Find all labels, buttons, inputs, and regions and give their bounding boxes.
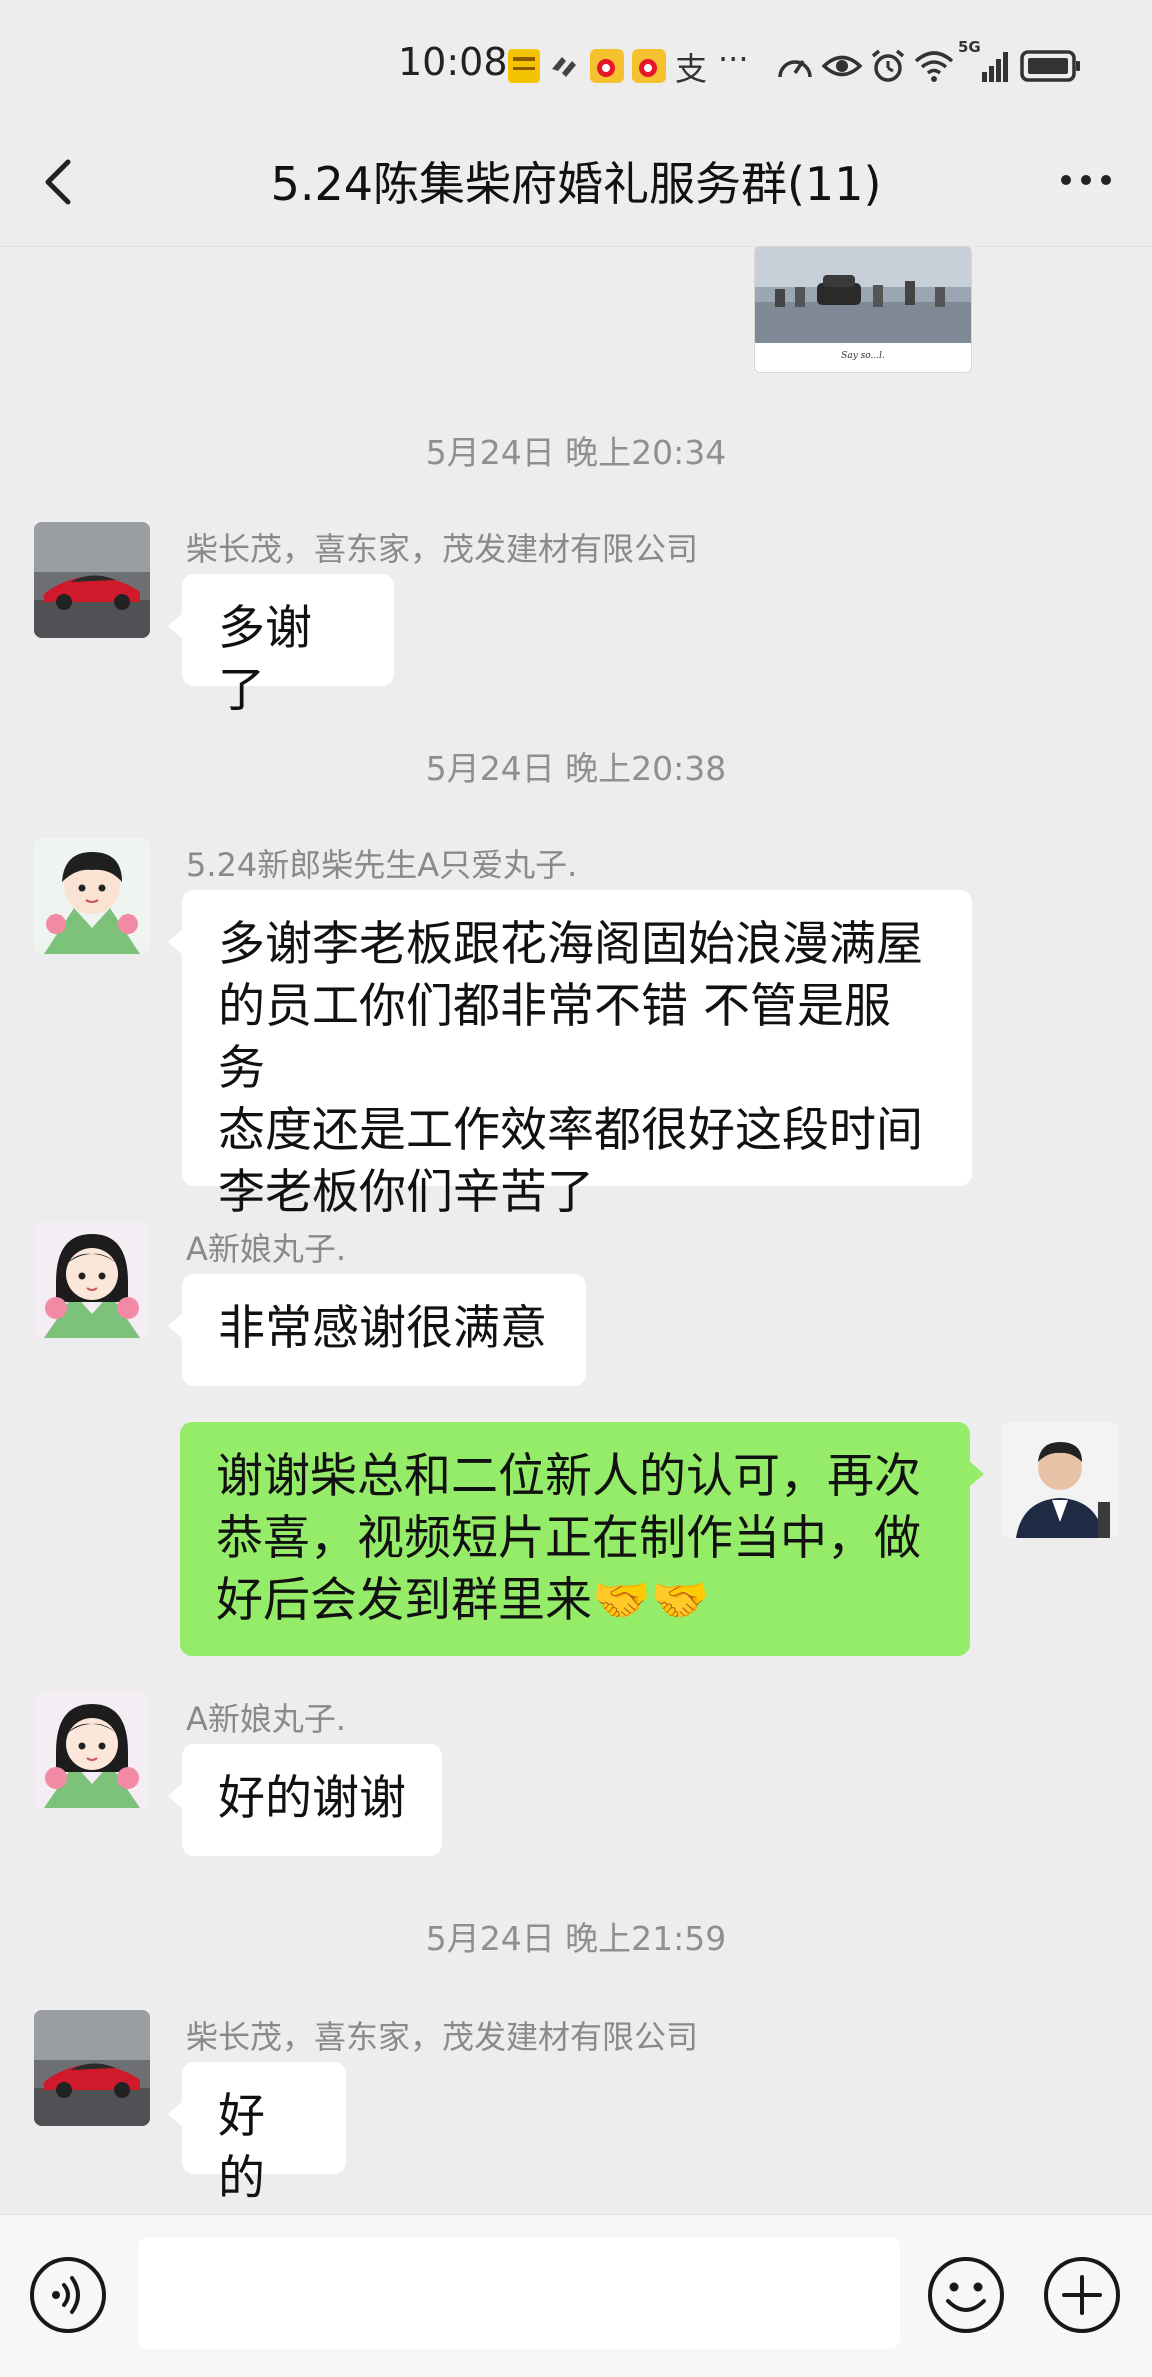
message-input[interactable]: [138, 2237, 900, 2349]
message-text-line: 恭喜，视频短片正在制作当中，做: [216, 1511, 921, 1566]
wifi-icon: [914, 51, 954, 82]
more-notifications-icon: ···: [718, 40, 749, 78]
message-text: 非常感谢很满意: [218, 1301, 547, 1356]
cartoon-girl-avatar-image: [34, 1692, 150, 1808]
sender-name: 5.24新郎柴先生A只爱丸子.: [186, 846, 578, 884]
sender-name: 柴长茂，喜东家，茂发建材有限公司: [186, 2018, 699, 2056]
message-bubble[interactable]: 好的谢谢: [168, 1744, 442, 1856]
sender-name: A新娘丸子.: [186, 1700, 347, 1738]
timestamp: 5月24日 晚上21:59: [425, 1919, 727, 1958]
tiktok-like-icon: [552, 57, 576, 77]
message-bubble[interactable]: 多谢了: [168, 574, 394, 718]
red-car-avatar-image: [34, 2010, 150, 2126]
image-message[interactable]: Say so...l.: [754, 246, 972, 373]
speedometer-icon: [778, 60, 812, 78]
avatar-bride[interactable]: [34, 1222, 150, 1338]
message-text: 好的谢谢: [218, 1771, 406, 1826]
image-caption: Say so...l.: [841, 351, 885, 361]
emoji-icon[interactable]: [926, 2255, 1006, 2335]
taobao-app-icon: [508, 49, 540, 83]
man-in-suit-avatar-image: [1002, 1422, 1118, 1538]
message-text: 好的: [218, 2089, 265, 2206]
chat-title: 5.24陈集柴府婚礼服务群(11): [270, 157, 882, 211]
message-text-line: 好后会发到群里来🤝🤝: [216, 1573, 710, 1628]
status-time: 10:08: [398, 40, 508, 84]
more-dots-icon[interactable]: [1056, 160, 1116, 200]
red-car-avatar-image: [34, 522, 150, 638]
voice-icon[interactable]: [28, 2255, 108, 2335]
avatar-groom[interactable]: [34, 838, 150, 954]
cartoon-boy-avatar-image: [34, 838, 150, 954]
my-message-bubble[interactable]: 谢谢柴总和二位新人的认可，再次 恭喜，视频短片正在制作当中，做 好后会发到群里来…: [180, 1422, 984, 1656]
message-bubble[interactable]: 非常感谢很满意: [168, 1274, 586, 1386]
avatar-red-sports-car[interactable]: [34, 522, 150, 638]
avatar-bride[interactable]: [34, 1692, 150, 1808]
timestamp: 5月24日 晚上20:38: [425, 749, 727, 788]
message-text-line: 多谢李老板跟花海阁固始浪漫满屋: [218, 917, 923, 972]
message-text-line: 的员工你们都非常不错 不管是服务: [218, 979, 891, 1096]
sender-name: 柴长茂，喜东家，茂发建材有限公司: [186, 530, 699, 568]
weibo-icon: [590, 49, 624, 83]
alarm-icon: [871, 49, 905, 82]
signal-icon: [982, 52, 1008, 82]
cartoon-girl-avatar-image: [34, 1222, 150, 1338]
message-text-line: 谢谢柴总和二位新人的认可，再次: [216, 1449, 921, 1504]
message-text: 多谢了: [218, 601, 312, 718]
status-bar: 10:08 支 ··· 5G: [0, 0, 1152, 130]
eye-icon: [822, 55, 862, 77]
avatar-me[interactable]: [1002, 1422, 1118, 1538]
message-text-line: 李老板你们辛苦了: [218, 1165, 594, 1220]
timestamp: 5月24日 晚上20:34: [425, 433, 727, 472]
avatar-red-sports-car[interactable]: [34, 2010, 150, 2126]
alipay-icon: 支: [675, 50, 708, 88]
message-bubble[interactable]: 多谢李老板跟花海阁固始浪漫满屋 的员工你们都非常不错 不管是服务 态度还是工作效…: [168, 890, 972, 1220]
plus-icon[interactable]: [1042, 2255, 1122, 2335]
sender-name: A新娘丸子.: [186, 1230, 347, 1268]
chat-header: 5.24陈集柴府婚礼服务群(11): [0, 130, 1152, 247]
weibo-icon-2: [632, 49, 666, 83]
message-text-line: 态度还是工作效率都很好这段时间: [218, 1103, 923, 1158]
input-bar: [0, 2214, 1152, 2377]
message-bubble[interactable]: 好的: [168, 2062, 346, 2206]
battery-icon: [1020, 50, 1080, 82]
message-list[interactable]: Say so...l. 5月24日 晚上20:34 柴长茂，喜东家，茂发建材有限…: [0, 246, 1152, 2214]
